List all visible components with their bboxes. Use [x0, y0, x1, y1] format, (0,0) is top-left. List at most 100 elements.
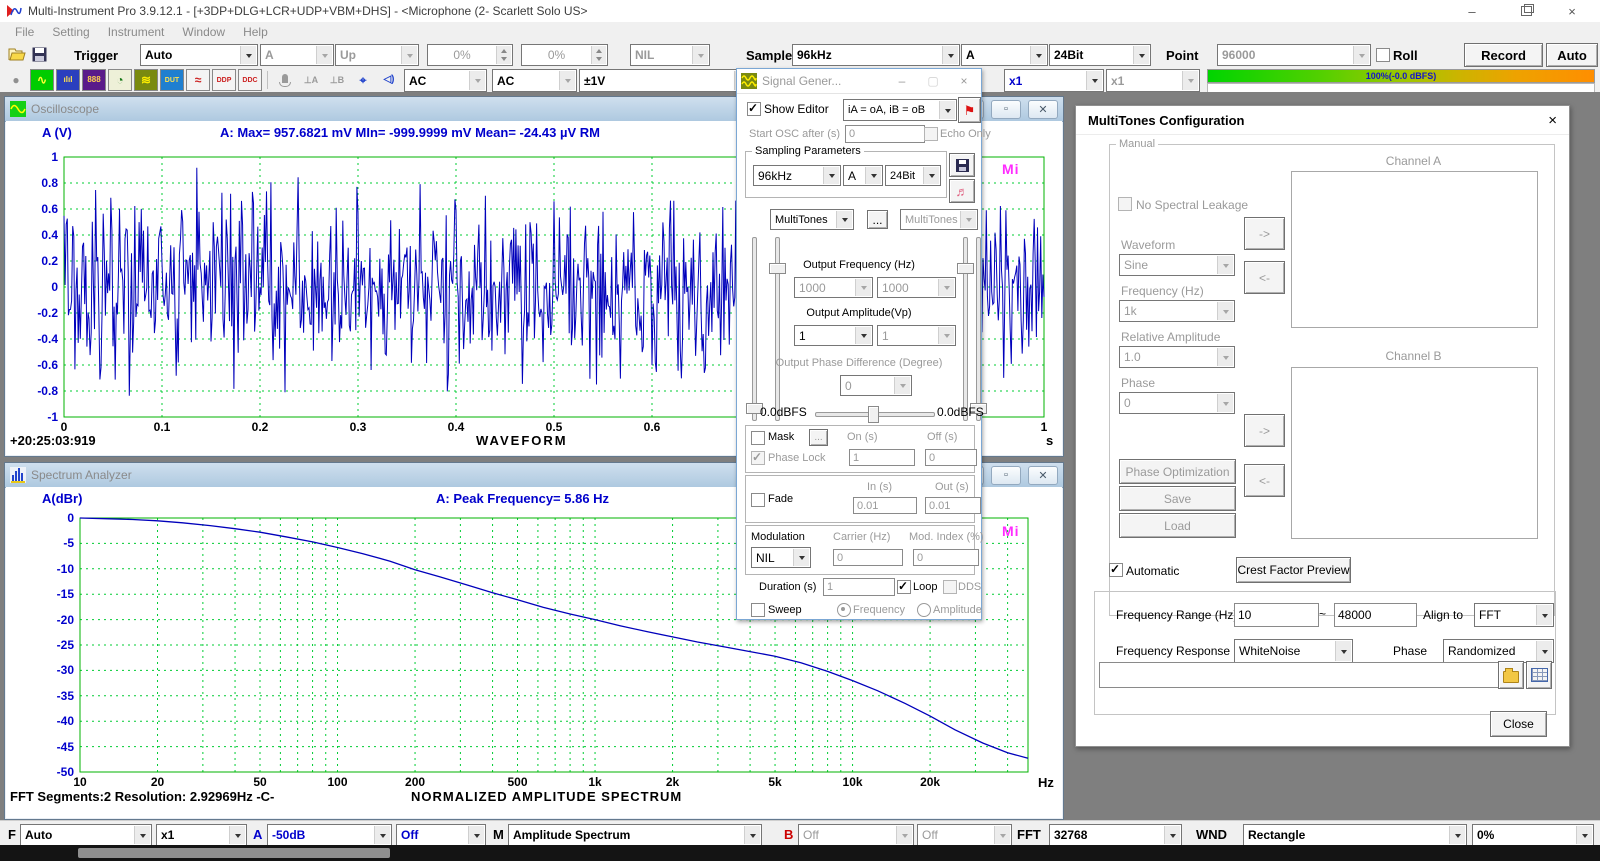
mask-checkbox[interactable] — [751, 431, 765, 445]
trigger-level-spinner[interactable]: 0% — [427, 44, 513, 66]
coupling-a-combo[interactable]: AC — [404, 69, 487, 92]
mask-off-input[interactable]: 0 — [925, 449, 977, 466]
restore-icon[interactable]: ▫ — [991, 466, 1021, 485]
modulation-combo[interactable]: NIL — [751, 547, 811, 568]
chevron-down-icon[interactable] — [938, 327, 954, 344]
routing-combo[interactable]: iA = oA, iB = oB — [843, 99, 957, 121]
chevron-down-icon[interactable] — [692, 46, 708, 64]
gen-sample-rate-combo[interactable]: 96kHz — [753, 165, 841, 186]
menu-item-window[interactable]: Window — [173, 23, 234, 41]
open-file-icon[interactable] — [8, 47, 26, 62]
channel-b-listbox[interactable] — [1291, 367, 1538, 539]
balance-slider-handle[interactable] — [868, 406, 879, 423]
record-button[interactable]: Record — [1464, 43, 1543, 67]
taskbar-segment[interactable] — [78, 848, 390, 858]
phase-mode-combo[interactable]: Randomized — [1443, 639, 1554, 663]
frequency-combo[interactable]: 1k — [1119, 300, 1235, 322]
browse-file-button[interactable] — [1498, 661, 1524, 689]
fade-out-input[interactable]: 0.01 — [925, 497, 981, 514]
chevron-down-icon[interactable] — [134, 826, 150, 844]
chevron-down-icon[interactable] — [401, 46, 417, 64]
chevron-down-icon[interactable] — [865, 167, 881, 184]
multitones-titlebar[interactable]: MultiTones Configuration × — [1076, 106, 1569, 135]
save-button[interactable]: Save — [1119, 486, 1236, 511]
fft-size-combo[interactable]: 32768 — [1049, 824, 1182, 846]
microphone-icon[interactable] — [273, 69, 297, 91]
chevron-down-icon[interactable] — [1217, 348, 1233, 366]
show-editor-checkbox[interactable] — [747, 102, 761, 116]
spectrum-3d-plot-icon[interactable]: ≈ — [186, 69, 210, 91]
chevron-down-icon[interactable] — [896, 826, 912, 844]
ddc-icon[interactable]: DDC — [238, 69, 262, 91]
chevron-down-icon[interactable] — [1576, 826, 1592, 844]
remove-from-channel-a-button[interactable]: <- — [1244, 261, 1285, 294]
menu-item-instrument[interactable]: Instrument — [99, 23, 174, 41]
duration-input[interactable]: 1 — [823, 578, 895, 596]
signal-generator-icon[interactable]: ≋ — [134, 69, 158, 91]
echo-only-checkbox[interactable] — [924, 127, 938, 141]
fade-checkbox[interactable] — [751, 493, 765, 507]
waveform-b-combo[interactable]: MultiTones — [900, 209, 978, 230]
no-spectral-leakage-checkbox[interactable] — [1118, 197, 1132, 211]
record-icon[interactable]: ● — [4, 69, 28, 91]
frequency-range-min-input[interactable]: 10 — [1234, 603, 1319, 627]
channel-a-listbox[interactable] — [1291, 171, 1538, 328]
app-close-button[interactable]: × — [1552, 0, 1592, 22]
trigger-source-combo[interactable]: A — [260, 44, 334, 66]
spin-down-icon[interactable] — [591, 55, 606, 64]
spin-down-icon[interactable] — [496, 55, 511, 64]
remove-from-channel-b-button[interactable]: <- — [1244, 464, 1285, 497]
point-count-combo[interactable]: 96000 — [1217, 44, 1371, 66]
phase-lock-checkbox[interactable] — [751, 451, 765, 465]
amplitude-a-combo[interactable]: 1 — [794, 325, 873, 346]
sweep-checkbox[interactable] — [751, 603, 765, 617]
trigger-hpf-combo[interactable]: NIL — [630, 44, 710, 66]
chevron-down-icon[interactable] — [793, 549, 809, 566]
frequency-response-combo[interactable]: WhiteNoise — [1234, 639, 1353, 663]
frequency-range-max-input[interactable]: 48000 — [1334, 603, 1417, 627]
sample-channel-combo[interactable]: A — [961, 44, 1048, 66]
sweep-frequency-radio[interactable] — [837, 603, 851, 617]
chevron-down-icon[interactable] — [316, 46, 332, 64]
gen-channel-combo[interactable]: A — [843, 165, 883, 186]
chevron-down-icon[interactable] — [1086, 71, 1102, 90]
chevron-down-icon[interactable] — [229, 826, 245, 844]
chevron-down-icon[interactable] — [374, 826, 390, 844]
phase-combo[interactable]: 0 — [1119, 392, 1235, 414]
relative-amplitude-combo[interactable]: 1.0 — [1119, 346, 1235, 368]
chevron-down-icon[interactable] — [1182, 71, 1198, 90]
trigger-edge-combo[interactable]: Up — [335, 44, 419, 66]
chevron-down-icon[interactable] — [942, 46, 958, 64]
multimeter-icon[interactable]: 888 — [82, 69, 106, 91]
menu-item-file[interactable]: File — [6, 23, 43, 41]
trigger-mode-combo[interactable]: Auto — [140, 44, 258, 66]
save-file-icon[interactable] — [32, 47, 47, 62]
chevron-down-icon[interactable] — [1217, 302, 1233, 320]
table-edit-button[interactable] — [1526, 661, 1552, 689]
frequency-b-combo[interactable]: 1000 — [877, 277, 956, 298]
phase-difference-combo[interactable]: 0 — [840, 375, 912, 396]
add-to-channel-b-button[interactable]: -> — [1244, 414, 1285, 447]
loop-checkbox[interactable] — [897, 580, 911, 594]
frequency-mult-combo[interactable]: x1 — [156, 824, 247, 846]
chevron-down-icon[interactable] — [1335, 641, 1351, 661]
spectrum-analyzer-icon[interactable]: ılıl — [56, 69, 80, 91]
close-icon[interactable]: ✕ — [1028, 100, 1058, 119]
auto-button[interactable]: Auto — [1546, 43, 1598, 67]
waveform-combo[interactable]: Sine — [1119, 254, 1235, 276]
sample-rate-combo[interactable]: 96kHz — [792, 44, 960, 66]
waveform-a-combo[interactable]: MultiTones — [770, 209, 854, 230]
frequency-display-combo[interactable]: Auto — [20, 824, 152, 846]
mask-more-button[interactable]: ... — [809, 429, 828, 446]
crest-factor-preview-button[interactable]: Crest Factor Preview — [1236, 557, 1351, 583]
b-ref-combo[interactable]: Off — [917, 824, 1012, 846]
chevron-down-icon[interactable] — [469, 71, 485, 90]
sound-output-icon[interactable]: ◁) — [377, 69, 401, 91]
minimize-icon[interactable]: – — [889, 73, 915, 89]
chevron-down-icon[interactable] — [1217, 394, 1233, 412]
add-to-channel-a-button[interactable]: -> — [1244, 217, 1285, 250]
coupling-b-combo[interactable]: AC — [492, 69, 577, 92]
carrier-input[interactable]: 0 — [833, 549, 903, 566]
align-to-combo[interactable]: FFT — [1474, 603, 1554, 627]
close-button[interactable]: Close — [1490, 711, 1547, 737]
